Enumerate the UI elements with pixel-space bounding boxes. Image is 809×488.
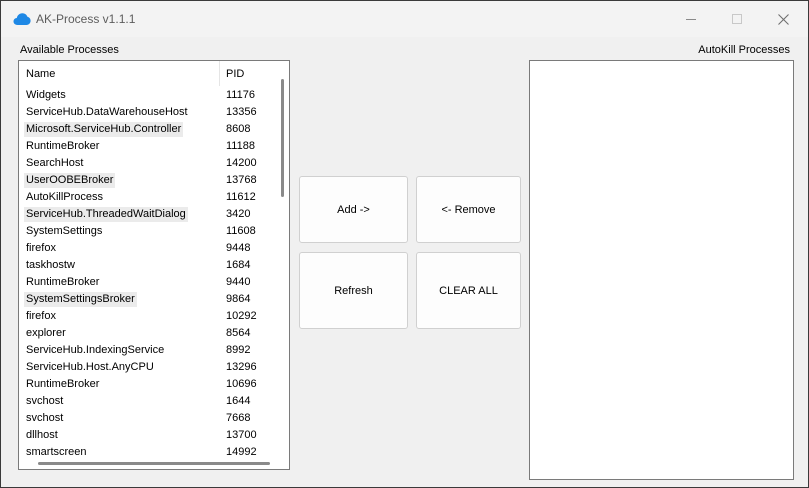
table-row[interactable]: UserOOBEBroker 13768	[19, 172, 281, 189]
table-row[interactable]: RuntimeBroker 10696	[19, 376, 281, 393]
autokill-processes-list[interactable]	[529, 60, 794, 480]
process-rows: Widgets 11176 ServiceHub.DataWarehouseHost…	[19, 87, 281, 461]
column-header-pid[interactable]: PID	[226, 68, 244, 80]
process-pid: 10696	[226, 378, 257, 390]
process-pid: 9864	[226, 293, 251, 305]
process-name: firefox	[26, 242, 56, 254]
process-pid: 11608	[226, 225, 256, 237]
process-name: RuntimeBroker	[26, 378, 100, 390]
process-pid: 14200	[226, 157, 257, 169]
process-pid: 9448	[226, 242, 251, 254]
process-name: ServiceHub.DataWarehouseHost	[26, 106, 188, 118]
process-pid: 13768	[226, 174, 257, 186]
table-row[interactable]: ServiceHub.ThreadedWaitDialog 3420	[19, 206, 281, 223]
process-pid: 11612	[226, 191, 256, 203]
table-row[interactable]: taskhostw 1684	[19, 257, 281, 274]
process-name: Microsoft.ServiceHub.Controller	[24, 122, 184, 137]
process-pid: 8992	[226, 344, 251, 356]
table-row[interactable]: dllhost 13700	[19, 427, 281, 444]
table-row[interactable]: smartscreen 14992	[19, 444, 281, 461]
window-title: AK-Process v1.1.1	[36, 12, 136, 26]
process-name: RuntimeBroker	[26, 276, 100, 288]
process-name: taskhostw	[26, 259, 75, 271]
process-name: Widgets	[26, 89, 66, 101]
table-row[interactable]: SearchHost 14200	[19, 155, 281, 172]
table-row[interactable]: firefox 10292	[19, 308, 281, 325]
process-pid: 1644	[226, 395, 251, 407]
cloud-icon	[13, 13, 31, 25]
column-header-name[interactable]: Name	[26, 68, 55, 80]
process-name: ServiceHub.Host.AnyCPU	[26, 361, 154, 373]
column-divider[interactable]	[219, 61, 220, 86]
table-row[interactable]: ServiceHub.IndexingService 8992	[19, 342, 281, 359]
table-row[interactable]: Widgets 11176	[19, 87, 281, 104]
process-pid: 9440	[226, 276, 251, 288]
process-name: RuntimeBroker	[26, 140, 100, 152]
close-button[interactable]	[760, 1, 806, 37]
process-pid: 13356	[226, 106, 257, 118]
process-pid: 11188	[226, 140, 255, 152]
clear-all-button[interactable]: CLEAR ALL	[416, 252, 521, 329]
available-processes-label: Available Processes	[20, 44, 119, 56]
table-row[interactable]: RuntimeBroker 9440	[19, 274, 281, 291]
table-row[interactable]: ServiceHub.Host.AnyCPU 13296	[19, 359, 281, 376]
available-processes-list[interactable]: Name PID Widgets 11176 ServiceHub.DataWare…	[18, 60, 290, 470]
close-icon	[777, 13, 789, 25]
process-name: ServiceHub.IndexingService	[26, 344, 165, 356]
process-pid: 8608	[226, 123, 251, 135]
autokill-processes-label: AutoKill Processes	[698, 44, 790, 56]
process-pid: 8564	[226, 327, 251, 339]
minimize-button[interactable]	[668, 1, 714, 37]
process-pid: 3420	[226, 208, 251, 220]
process-name: svchost	[26, 412, 64, 424]
table-row[interactable]: explorer 8564	[19, 325, 281, 342]
process-pid: 13700	[226, 429, 257, 441]
table-row[interactable]: svchost 1644	[19, 393, 281, 410]
process-pid: 13296	[226, 361, 257, 373]
process-name: SystemSettings	[26, 225, 103, 237]
process-name: SystemSettingsBroker	[24, 292, 137, 307]
horizontal-scrollbar[interactable]	[38, 462, 270, 465]
table-row[interactable]: RuntimeBroker 11188	[19, 138, 281, 155]
list-header: Name PID	[19, 61, 289, 86]
title-bar[interactable]: AK-Process v1.1.1	[1, 1, 808, 37]
process-pid: 10292	[226, 310, 257, 322]
process-name: AutoKillProcess	[26, 191, 104, 203]
vertical-scrollbar[interactable]	[281, 79, 284, 197]
process-name: UserOOBEBroker	[24, 173, 116, 188]
process-name: svchost	[26, 395, 64, 407]
process-name: explorer	[26, 327, 66, 339]
process-name: smartscreen	[26, 446, 87, 458]
refresh-button[interactable]: Refresh	[299, 252, 408, 329]
process-pid: 14992	[226, 446, 257, 458]
table-row[interactable]: SystemSettings 11608	[19, 223, 281, 240]
minimize-icon	[686, 19, 696, 20]
process-name: SearchHost	[26, 157, 84, 169]
table-row[interactable]: firefox 9448	[19, 240, 281, 257]
maximize-button[interactable]	[714, 1, 760, 37]
process-pid: 11176	[226, 89, 255, 101]
process-name: ServiceHub.ThreadedWaitDialog	[24, 207, 188, 222]
table-row[interactable]: SystemSettingsBroker 9864	[19, 291, 281, 308]
main-window: AK-Process v1.1.1 Available Processes Au…	[0, 0, 809, 488]
maximize-icon	[732, 14, 742, 24]
process-name: dllhost	[26, 429, 58, 441]
table-row[interactable]: AutoKillProcess 11612	[19, 189, 281, 206]
add-button[interactable]: Add ->	[299, 176, 408, 243]
process-name: firefox	[26, 310, 56, 322]
remove-button[interactable]: <- Remove	[416, 176, 521, 243]
table-row[interactable]: ServiceHub.DataWarehouseHost 13356	[19, 104, 281, 121]
process-pid: 7668	[226, 412, 251, 424]
process-pid: 1684	[226, 259, 251, 271]
table-row[interactable]: Microsoft.ServiceHub.Controller 8608	[19, 121, 281, 138]
table-row[interactable]: svchost 7668	[19, 410, 281, 427]
